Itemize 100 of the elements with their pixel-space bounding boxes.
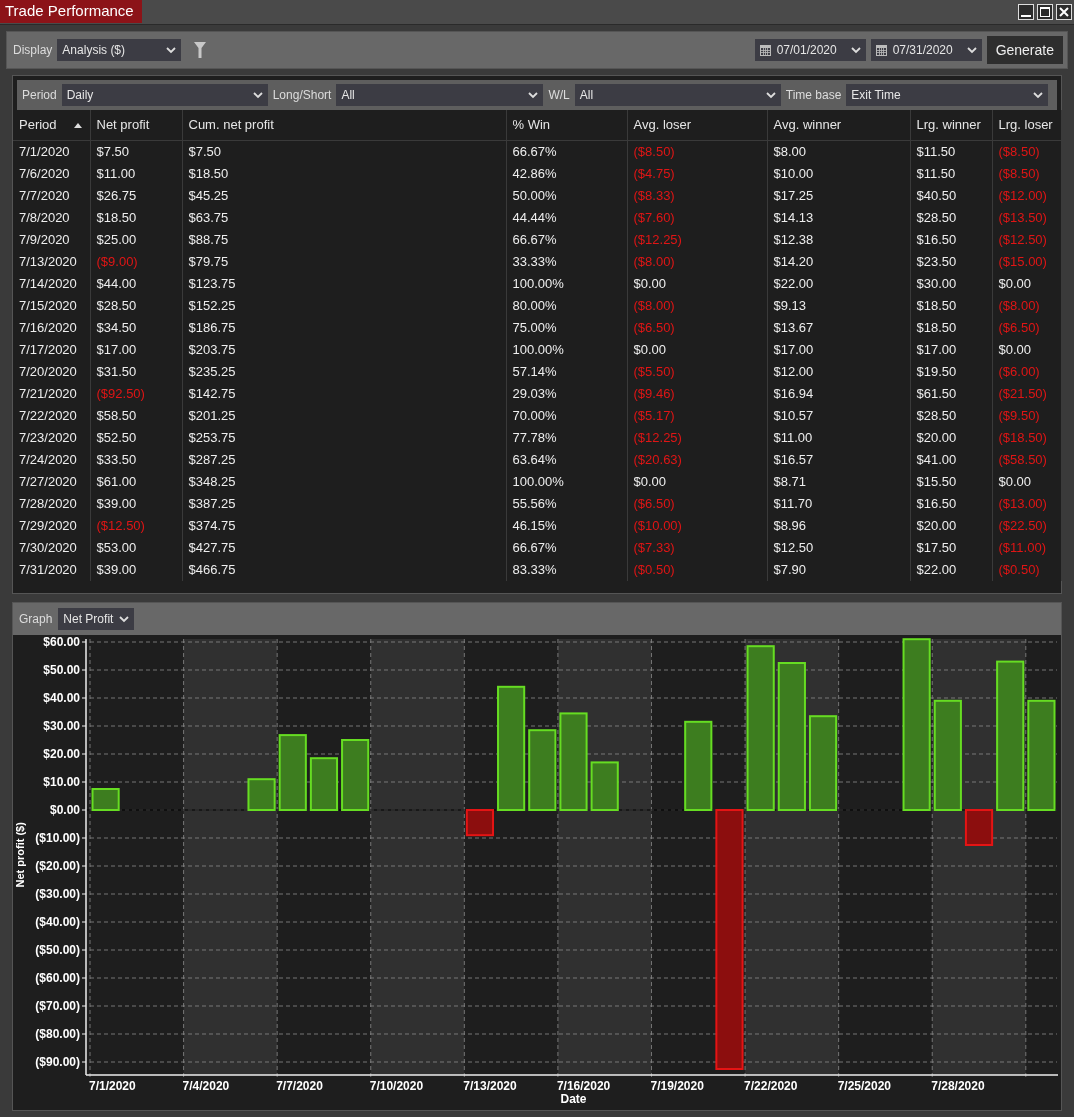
table-cell: $12.00 [767, 360, 910, 383]
display-dropdown[interactable]: Analysis ($) [57, 39, 182, 61]
bar [465, 809, 494, 837]
table-cell: $22.00 [767, 272, 910, 295]
calendar-icon [759, 44, 771, 56]
x-axis-title: Date [560, 1092, 587, 1106]
table-cell: $17.00 [767, 338, 910, 361]
table-cell: $20.00 [910, 514, 992, 537]
table-cell: $17.25 [767, 184, 910, 207]
table-cell: $7.50 [90, 140, 182, 163]
table-cell: $61.00 [90, 470, 182, 493]
filter-dropdown[interactable]: Daily [61, 84, 268, 106]
table-cell: $235.25 [182, 360, 506, 383]
table-cell: $53.00 [90, 536, 182, 559]
table-cell: $11.50 [910, 140, 992, 163]
table-cell: 7/9/2020 [13, 228, 90, 251]
table-cell: $88.75 [182, 228, 506, 251]
y-tick-label: $50.00 [43, 663, 80, 677]
y-tick-label: $20.00 [43, 747, 80, 761]
table-cell: ($6.00) [992, 360, 1061, 383]
table-cell: $0.00 [627, 272, 767, 295]
table-cell: $8.96 [767, 514, 910, 537]
column-header[interactable]: % Win [506, 110, 627, 140]
table-cell: $152.25 [182, 294, 506, 317]
chevron-down-icon [166, 46, 177, 54]
table-cell: $287.25 [182, 448, 506, 471]
column-header[interactable]: Cum. net profit [182, 110, 506, 140]
table-cell: $19.50 [910, 360, 992, 383]
close-icon[interactable] [1056, 4, 1072, 20]
x-tick-label: 7/7/2020 [276, 1079, 323, 1093]
table-cell: $58.50 [90, 404, 182, 427]
table-cell: 7/28/2020 [13, 492, 90, 515]
table-cell: 57.14% [506, 360, 627, 383]
graph-type-dropdown[interactable]: Net Profit [58, 608, 135, 630]
end-date-picker[interactable]: 07/31/2020 [870, 39, 982, 61]
table-cell: ($58.50) [992, 448, 1061, 471]
table-cell: 7/6/2020 [13, 162, 90, 185]
table-cell: $201.25 [182, 404, 506, 427]
table-cell: 46.15% [506, 514, 627, 537]
table-cell: 50.00% [506, 184, 627, 207]
table-cell: 100.00% [506, 338, 627, 361]
chevron-down-icon [966, 46, 977, 54]
column-header[interactable]: Avg. loser [627, 110, 767, 140]
table-cell: $17.00 [90, 338, 182, 361]
table-cell: ($12.25) [627, 228, 767, 251]
table-cell: $0.00 [992, 338, 1061, 361]
column-header[interactable]: Period [13, 110, 90, 140]
table-cell: 7/15/2020 [13, 294, 90, 317]
table-cell: ($9.50) [992, 404, 1061, 427]
table-cell: $52.50 [90, 426, 182, 449]
generate-button[interactable]: Generate [986, 36, 1063, 64]
maximize-icon[interactable] [1037, 4, 1053, 20]
table-cell: $28.50 [910, 206, 992, 229]
table-cell: $7.90 [767, 558, 910, 581]
table-cell: 29.03% [506, 382, 627, 405]
chevron-down-icon [252, 91, 263, 99]
minimize-icon[interactable] [1018, 4, 1034, 20]
table-cell: ($5.50) [627, 360, 767, 383]
table-cell: 7/17/2020 [13, 338, 90, 361]
table-cell: $8.71 [767, 470, 910, 493]
filter-dropdown[interactable]: All [574, 84, 781, 106]
table-cell: $14.20 [767, 250, 910, 273]
filter-dropdown[interactable]: Exit Time [846, 84, 1049, 106]
table-cell: 7/22/2020 [13, 404, 90, 427]
table-cell: ($12.50) [90, 514, 182, 537]
table-cell: $41.00 [910, 448, 992, 471]
table-cell: $12.50 [767, 536, 910, 559]
start-date-picker[interactable]: 07/01/2020 [754, 39, 866, 61]
table-cell: 100.00% [506, 470, 627, 493]
chevron-down-icon [119, 615, 130, 623]
table-cell: 75.00% [506, 316, 627, 339]
table-cell: $203.75 [182, 338, 506, 361]
table-cell: 7/14/2020 [13, 272, 90, 295]
table-cell: $12.38 [767, 228, 910, 251]
y-tick-label: ($70.00) [35, 999, 80, 1013]
y-tick-label: $0.00 [49, 803, 80, 817]
filter-icon[interactable] [194, 42, 207, 58]
table-cell: 66.67% [506, 140, 627, 163]
bar [247, 778, 276, 811]
table-cell: $387.25 [182, 492, 506, 515]
table-cell: $25.00 [90, 228, 182, 251]
column-header[interactable]: Avg. winner [767, 110, 910, 140]
bar [341, 739, 370, 811]
table-cell: $44.00 [90, 272, 182, 295]
table-cell: 7/24/2020 [13, 448, 90, 471]
column-header[interactable]: Net profit [90, 110, 182, 140]
table-cell: ($92.50) [90, 382, 182, 405]
y-tick-label: $60.00 [43, 635, 80, 649]
table-cell: 7/16/2020 [13, 316, 90, 339]
y-tick-label: ($40.00) [35, 915, 80, 929]
column-header[interactable]: Lrg. winner [910, 110, 992, 140]
x-tick-label: 7/10/2020 [369, 1079, 424, 1093]
table-cell: $11.00 [767, 426, 910, 449]
table-cell: ($11.00) [992, 536, 1061, 559]
table-cell: $8.00 [767, 140, 910, 163]
x-tick-label: 7/4/2020 [182, 1079, 230, 1093]
table-cell: $11.70 [767, 492, 910, 515]
table-cell: $186.75 [182, 316, 506, 339]
filter-dropdown[interactable]: All [336, 84, 544, 106]
column-header[interactable]: Lrg. loser [992, 110, 1061, 140]
